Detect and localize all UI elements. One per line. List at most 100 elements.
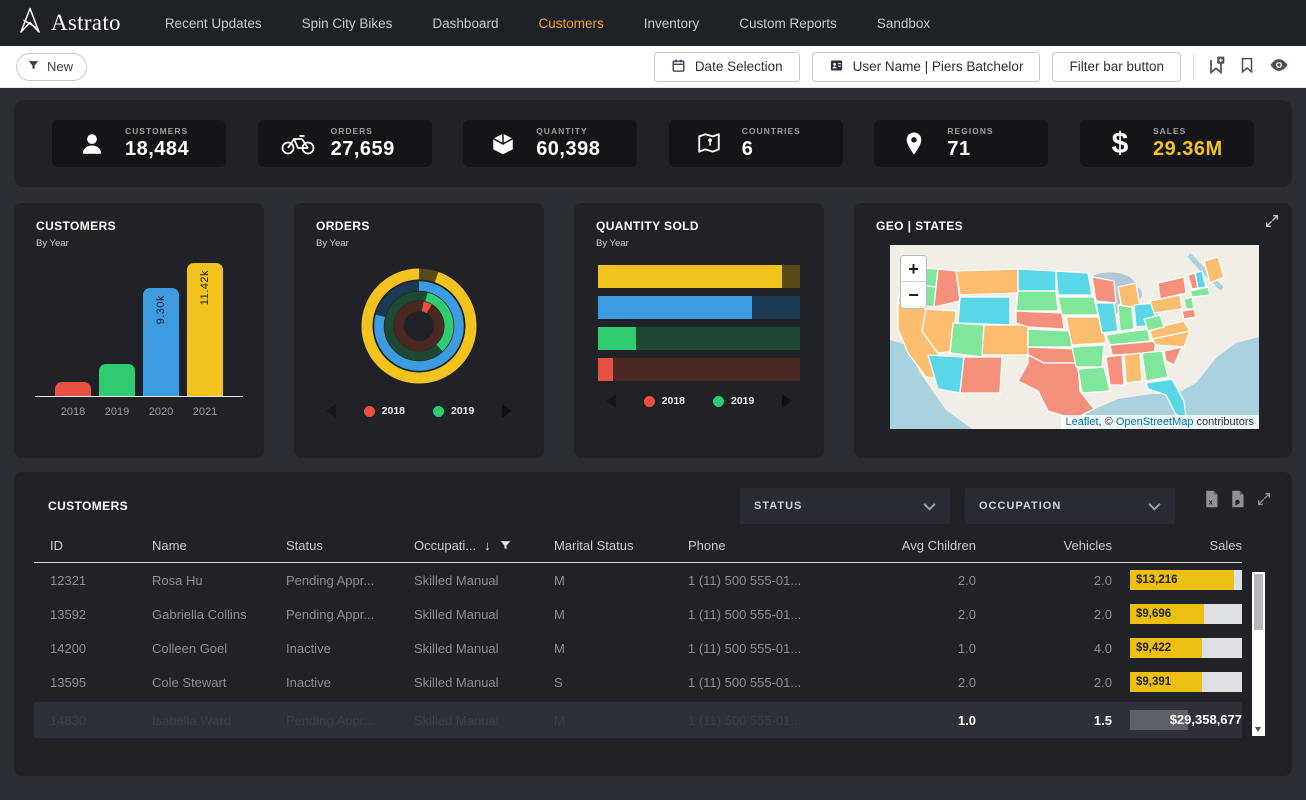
col-header-avg-children[interactable]: Avg Children <box>856 538 976 553</box>
new-filter-button[interactable]: New <box>16 53 87 81</box>
hbar-2021[interactable] <box>598 265 800 288</box>
sales-value: $9,696 <box>1130 604 1242 624</box>
nav-item-dashboard[interactable]: Dashboard <box>432 16 498 31</box>
cell-avg-children: 2.0 <box>856 675 976 690</box>
cell-name: Gabriella Collins <box>152 607 286 622</box>
customers-table: IDNameStatusOccupati... ↓ Marital StatusPh… <box>34 538 1272 738</box>
new-filter-label: New <box>47 59 73 74</box>
bar-2020[interactable]: 9.30k <box>143 288 179 396</box>
col-header-sales[interactable]: Sales <box>1112 538 1242 553</box>
table-row[interactable]: 14200Colleen GoelInactiveSkilled ManualM… <box>34 631 1242 665</box>
map-zoom-out-button[interactable]: − <box>901 282 926 308</box>
expand-icon[interactable] <box>1264 213 1280 234</box>
hbar-2019[interactable] <box>598 327 800 350</box>
cell-avg-children: 2.0 <box>856 573 976 588</box>
leaflet-link[interactable]: Leaflet <box>1066 416 1099 428</box>
quantity-chart-panel: QUANTITY SOLD By Year 20182019 <box>574 203 824 458</box>
table-row[interactable]: 12321Rosa HuPending Appr...Skilled Manua… <box>34 563 1242 597</box>
legend-item-2019[interactable]: 2019 <box>433 405 474 417</box>
cell-occupation: Skilled Manual <box>414 641 554 656</box>
table-row[interactable]: 13592Gabriella CollinsPending Appr...Ski… <box>34 597 1242 631</box>
legend-prev-icon[interactable] <box>326 404 336 418</box>
cell-marital-status: M <box>554 641 688 656</box>
hbar-2020[interactable] <box>598 296 800 319</box>
nav-item-customers[interactable]: Customers <box>538 16 603 31</box>
sort-descending-icon[interactable]: ↓ <box>484 538 491 553</box>
nav-item-custom-reports[interactable]: Custom Reports <box>739 16 837 31</box>
nav-item-recent-updates[interactable]: Recent Updates <box>165 16 262 31</box>
map-zoom-in-button[interactable]: + <box>901 256 926 282</box>
cell-phone: 1 (11) 500 555-01... <box>688 573 856 588</box>
filter-bar-button[interactable]: Filter bar button <box>1052 52 1181 82</box>
col-header-vehicles[interactable]: Vehicles <box>976 538 1112 553</box>
hbar-fill-2018 <box>598 358 613 381</box>
filter-bar-button-label: Filter bar button <box>1069 59 1164 74</box>
cell-marital-status: S <box>554 675 688 690</box>
x-axis-tick: 2018 <box>55 406 91 418</box>
filter-funnel-icon[interactable] <box>499 539 512 552</box>
bar-2021[interactable]: 11.42k <box>187 263 223 396</box>
legend-item-2018[interactable]: 2018 <box>364 405 405 417</box>
kpi-label: QUANTITY <box>536 126 600 136</box>
table-row[interactable]: 13595Cole StewartInactiveSkilled ManualS… <box>34 665 1242 699</box>
occupation-dropdown[interactable]: OCCUPATION <box>965 488 1175 524</box>
hbar-2018[interactable] <box>598 358 800 381</box>
kpi-value: 6 <box>742 138 801 161</box>
kpi-card-regions: REGIONS71 <box>874 120 1048 167</box>
kpi-card-orders: ORDERS27,659 <box>258 120 432 167</box>
cell-sales: $9,696 <box>1112 604 1242 624</box>
col-header-occupati[interactable]: Occupati... ↓ <box>414 538 554 553</box>
dashboard-main: CUSTOMERS18,484ORDERS27,659QUANTITY60,39… <box>0 88 1306 776</box>
col-header-marital-status[interactable]: Marital Status <box>554 538 688 553</box>
export-data-icon[interactable] <box>1230 490 1245 513</box>
expand-icon[interactable] <box>1256 491 1272 512</box>
status-dropdown[interactable]: STATUS <box>740 488 950 524</box>
us-states-map[interactable] <box>890 245 1259 429</box>
nav-item-spin-city-bikes[interactable]: Spin City Bikes <box>302 16 393 31</box>
col-header-status[interactable]: Status <box>286 538 414 553</box>
calendar-icon <box>671 58 686 76</box>
brand-name: Astrato <box>51 10 121 36</box>
bookmark-button[interactable] <box>1238 55 1256 78</box>
openstreetmap-link[interactable]: OpenStreetMap <box>1116 416 1194 428</box>
ghost-cell-id: 14830 <box>34 713 152 728</box>
leaflet-map[interactable]: + − Leaflet, © OpenStreetMap contributor… <box>890 245 1259 429</box>
bar-2018[interactable] <box>55 382 91 396</box>
export-excel-icon[interactable]: x <box>1204 490 1219 513</box>
location-pin-icon <box>896 130 932 157</box>
brand-logo[interactable]: Astrato <box>18 7 121 39</box>
legend-item-2018[interactable]: 2018 <box>644 395 685 407</box>
date-selection-button[interactable]: Date Selection <box>654 52 800 82</box>
cell-phone: 1 (11) 500 555-01... <box>688 607 856 622</box>
col-header-label: Vehicles <box>1064 538 1112 553</box>
bar-2019[interactable] <box>99 364 135 396</box>
nav-item-inventory[interactable]: Inventory <box>644 16 700 31</box>
customers-bar-chart: 9.30k11.42k <box>14 263 264 396</box>
kpi-card-quantity: QUANTITY60,398 <box>463 120 637 167</box>
legend-item-2019[interactable]: 2019 <box>713 395 754 407</box>
visibility-button[interactable] <box>1268 55 1290 78</box>
bicycle-icon <box>280 131 316 156</box>
user-name-button[interactable]: User Name | Piers Batchelor <box>812 52 1041 82</box>
eye-icon <box>1268 55 1290 78</box>
scrollbar-down-arrow[interactable] <box>1255 727 1261 732</box>
legend-label: 2019 <box>731 395 754 407</box>
kpi-card-customers: CUSTOMERS18,484 <box>52 120 226 167</box>
kpi-value: 18,484 <box>125 138 189 161</box>
col-header-label: Phone <box>688 538 726 553</box>
col-header-id[interactable]: ID <box>34 538 152 553</box>
table-scrollbar[interactable] <box>1252 572 1265 736</box>
legend-next-icon[interactable] <box>782 394 792 408</box>
col-header-label: Occupati... <box>414 538 476 553</box>
legend-prev-icon[interactable] <box>606 394 616 408</box>
cell-name: Rosa Hu <box>152 573 286 588</box>
kpi-label: COUNTRIES <box>742 126 801 136</box>
orders-donut-chart[interactable] <box>354 261 484 391</box>
nav-item-sandbox[interactable]: Sandbox <box>877 16 930 31</box>
table-title: CUSTOMERS <box>48 499 128 513</box>
col-header-phone[interactable]: Phone <box>688 538 856 553</box>
bookmark-add-button[interactable] <box>1206 55 1226 78</box>
legend-next-icon[interactable] <box>502 404 512 418</box>
col-header-name[interactable]: Name <box>152 538 286 553</box>
scrollbar-thumb[interactable] <box>1254 574 1263 630</box>
